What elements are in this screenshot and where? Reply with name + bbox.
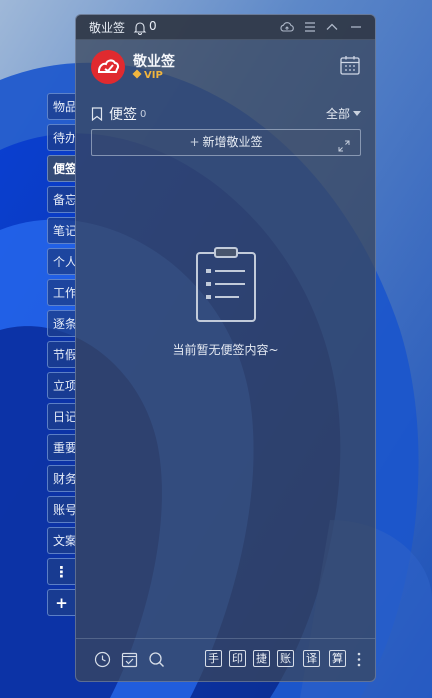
checkbox-calendar-icon[interactable]	[121, 651, 138, 668]
section-title: 便签	[109, 107, 137, 123]
side-tab-zhanghao[interactable]: 账号	[47, 496, 75, 523]
chevron-up-icon[interactable]	[324, 19, 340, 35]
expand-icon[interactable]	[338, 136, 350, 152]
filter-dropdown[interactable]: 全部	[326, 105, 361, 122]
filter-label: 全部	[325, 107, 350, 121]
notification-count: 0	[149, 19, 157, 33]
tool-account-button[interactable]: 账	[277, 650, 294, 667]
more-vertical-icon[interactable]	[357, 651, 361, 668]
tool-calculate-button[interactable]: 算	[329, 650, 346, 667]
minimize-icon[interactable]	[348, 19, 364, 35]
side-tab-caiwu[interactable]: 财务	[47, 465, 75, 492]
side-tab-bianqian[interactable]: 便签	[47, 155, 75, 182]
menu-icon[interactable]	[302, 19, 318, 35]
side-tab-geren[interactable]: 个人	[47, 248, 75, 275]
section-header: 便签 0 全部	[91, 104, 361, 124]
plus-icon: +	[189, 135, 200, 149]
clock-icon[interactable]	[94, 651, 111, 668]
tool-handwrite-button[interactable]: 手	[205, 650, 222, 667]
side-tab-beiwang[interactable]: 备忘	[47, 186, 75, 213]
window-title: 敬业签	[89, 21, 126, 35]
bookmark-icon	[91, 106, 103, 122]
bottom-toolbar: 手 印 捷 账 译 算	[76, 638, 375, 681]
vip-badge[interactable]: VIP	[132, 69, 163, 81]
notes-widget: 敬业签 0 敬业签 VIP 便签 0 全部 + 新增敬业签 当前暂无便签内容~ …	[75, 14, 376, 682]
side-tab-wupin[interactable]: 物品	[47, 93, 75, 120]
side-tab-biji[interactable]: 笔记	[47, 217, 75, 244]
title-bar[interactable]: 敬业签 0	[76, 15, 375, 40]
search-icon[interactable]	[148, 651, 165, 668]
diamond-icon	[132, 69, 142, 79]
side-tab-lixiang[interactable]: 立项	[47, 372, 75, 399]
side-tab-zhongyao[interactable]: 重要	[47, 434, 75, 461]
empty-state-message: 当前暂无便签内容~	[172, 343, 279, 357]
caret-down-icon	[353, 111, 361, 116]
side-tab-zhutiao[interactable]: 逐条	[47, 310, 75, 337]
add-note-button[interactable]: + 新增敬业签	[91, 129, 361, 156]
side-tab-wenan[interactable]: 文案	[47, 527, 75, 554]
account-name: 敬业签	[133, 54, 175, 70]
cloud-sync-icon[interactable]	[279, 19, 295, 35]
side-tab-riji[interactable]: 日记	[47, 403, 75, 430]
side-tab-gongzuo[interactable]: 工作	[47, 279, 75, 306]
side-tab-daiban[interactable]: 待办	[47, 124, 75, 151]
bell-icon[interactable]	[133, 20, 147, 35]
side-tab-jiejia[interactable]: 节假	[47, 341, 75, 368]
tool-print-button[interactable]: 印	[229, 650, 246, 667]
tool-translate-button[interactable]: 译	[303, 650, 320, 667]
clipboard-empty-icon	[195, 247, 257, 323]
app-logo-avatar[interactable]	[91, 50, 125, 84]
calendar-icon[interactable]	[339, 54, 361, 76]
tool-shortcut-button[interactable]: 捷	[253, 650, 270, 667]
add-note-label: 新增敬业签	[202, 135, 263, 149]
section-count: 0	[140, 109, 147, 120]
more-tabs-button[interactable]: ⋮	[47, 558, 75, 585]
vip-label: VIP	[144, 70, 163, 81]
add-tab-button[interactable]: +	[47, 589, 75, 616]
